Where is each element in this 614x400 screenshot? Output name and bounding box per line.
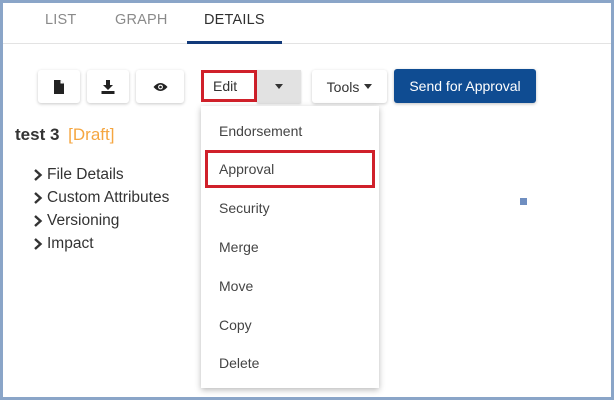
resize-handle[interactable] <box>520 198 527 205</box>
item-name: test 3 <box>15 125 60 144</box>
send-label: Send for Approval <box>409 78 521 94</box>
item-title: test 3 [Draft] <box>15 125 114 145</box>
menu-item-copy[interactable]: Copy <box>201 308 379 342</box>
send-for-approval-button[interactable]: Send for Approval <box>394 69 536 103</box>
tree-item-label: File Details <box>47 165 124 183</box>
menu-item-move[interactable]: Move <box>201 269 379 303</box>
tree-item-file-details[interactable]: File Details <box>33 163 169 186</box>
active-tab-indicator <box>187 41 282 44</box>
tools-button[interactable]: Tools <box>312 70 387 103</box>
tab-details[interactable]: DETAILS <box>204 9 265 42</box>
app-window: LIST GRAPH DETAILS Edit Tools Send for A… <box>0 0 614 400</box>
caret-down-icon <box>275 84 283 89</box>
eye-icon <box>153 82 167 91</box>
edit-dropdown-menu: Endorsement Approval Security Merge Move… <box>201 106 379 388</box>
preview-button[interactable] <box>136 70 184 103</box>
chevron-right-icon <box>34 168 43 181</box>
tab-list[interactable]: LIST <box>45 9 76 42</box>
tree-item-impact[interactable]: Impact <box>33 232 169 255</box>
chevron-right-icon <box>34 237 43 250</box>
tree-item-label: Impact <box>47 234 94 252</box>
tab-bar: LIST GRAPH DETAILS <box>3 3 611 44</box>
edit-label: Edit <box>213 78 238 94</box>
menu-item-merge[interactable]: Merge <box>201 230 379 264</box>
menu-item-security[interactable]: Security <box>201 191 379 225</box>
tree-item-versioning[interactable]: Versioning <box>33 209 169 232</box>
menu-item-delete[interactable]: Delete <box>201 346 379 380</box>
chevron-right-icon <box>34 191 43 204</box>
download-icon <box>101 79 115 94</box>
edit-button[interactable]: Edit <box>201 70 257 102</box>
detail-sections: File Details Custom Attributes Versionin… <box>33 163 169 255</box>
tree-item-custom-attributes[interactable]: Custom Attributes <box>33 186 169 209</box>
chevron-right-icon <box>34 214 43 227</box>
tools-label: Tools <box>326 78 360 95</box>
new-document-button[interactable] <box>38 70 80 103</box>
caret-down-icon <box>364 84 373 89</box>
tab-graph[interactable]: GRAPH <box>115 9 168 42</box>
document-icon <box>54 79 64 94</box>
tree-item-label: Versioning <box>47 211 120 229</box>
download-button[interactable] <box>87 70 129 103</box>
tree-item-label: Custom Attributes <box>47 188 170 206</box>
menu-item-endorsement[interactable]: Endorsement <box>201 114 379 148</box>
edit-dropdown-toggle[interactable] <box>257 70 301 103</box>
menu-item-approval[interactable]: Approval <box>205 150 375 188</box>
status-badge: [Draft] <box>68 125 115 144</box>
